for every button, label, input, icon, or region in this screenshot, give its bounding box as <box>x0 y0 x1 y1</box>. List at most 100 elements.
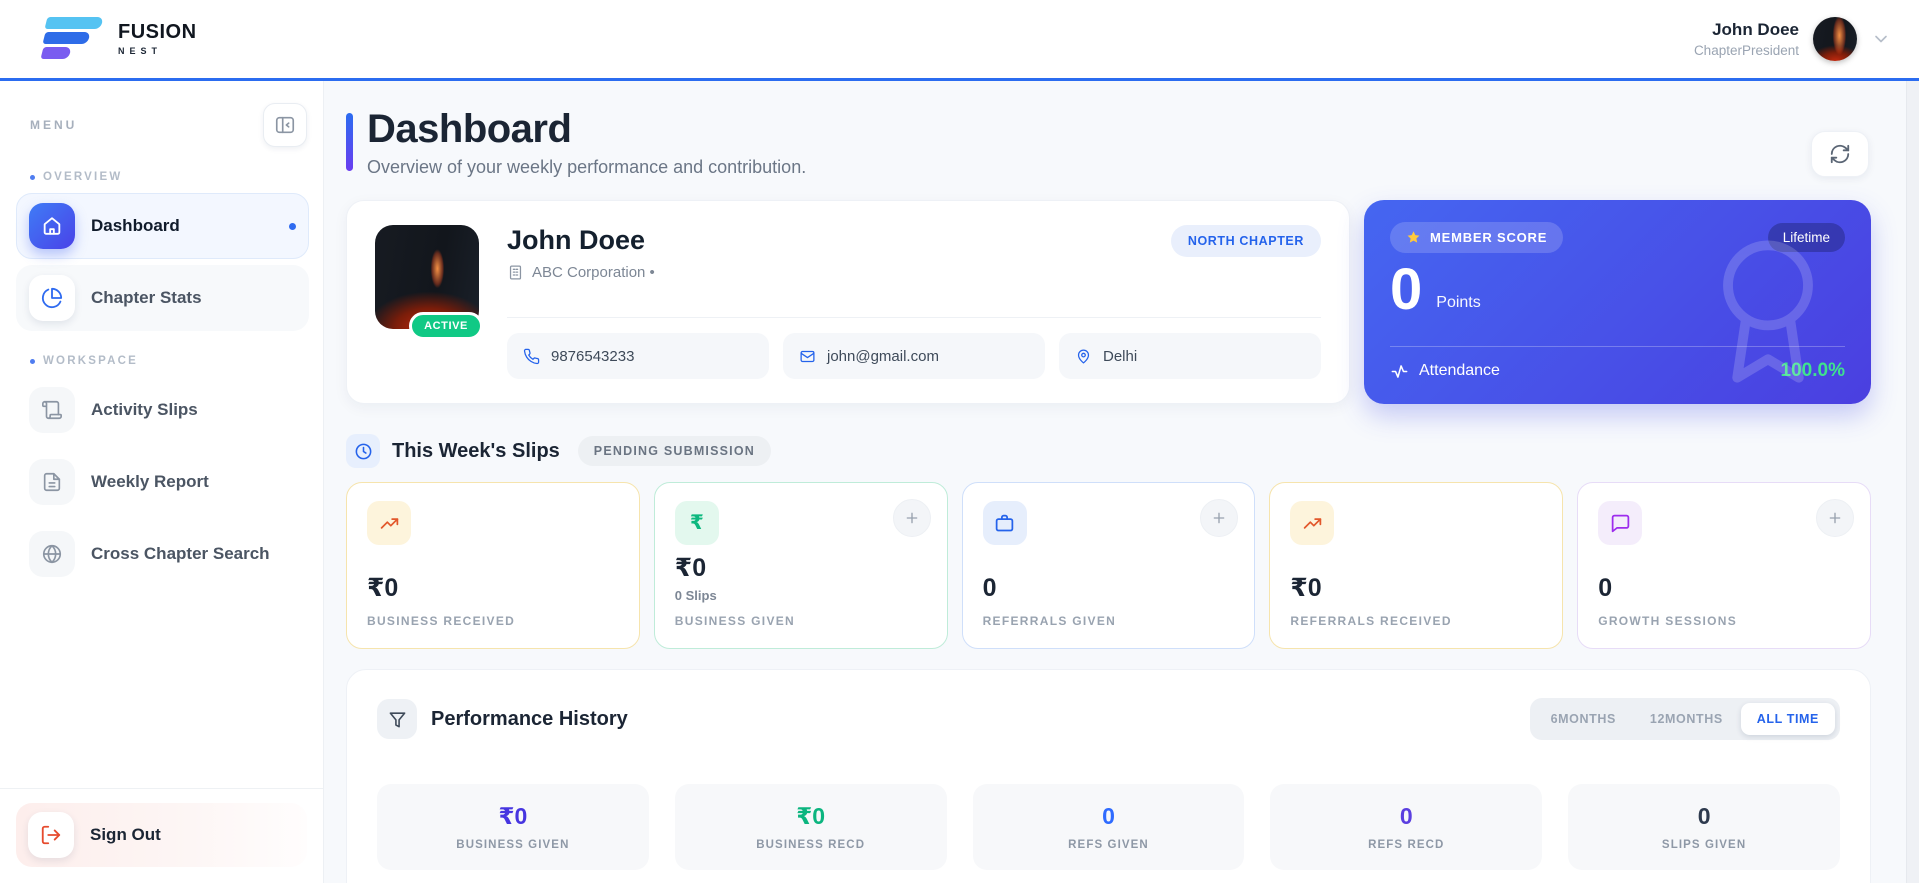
sidebar-item-chapter-stats[interactable]: Chapter Stats <box>16 265 309 331</box>
title-accent-bar <box>346 113 353 171</box>
slip-card-referrals-given: 0 REFERRALS GIVEN <box>961 482 1256 649</box>
stat-label: REFS GIVEN <box>1068 839 1149 851</box>
add-business-given-button[interactable] <box>892 499 931 537</box>
mail-icon <box>799 348 816 365</box>
trending-up-icon <box>367 501 411 545</box>
email-chip: john@gmail.com <box>783 333 1045 379</box>
stat-label: BUSINESS GIVEN <box>456 839 570 851</box>
sidebar-item-label: Chapter Stats <box>91 288 202 307</box>
clock-icon <box>346 434 380 468</box>
stat-label: SLIPS GIVEN <box>1661 839 1747 851</box>
app-window: FUSION NEST John Doee ChapterPresident M… <box>0 0 1919 886</box>
star-icon <box>1406 230 1421 245</box>
activity-pulse-icon <box>1390 362 1409 381</box>
plus-icon <box>904 510 920 526</box>
user-name: John Doee <box>1712 20 1799 39</box>
page-title: Dashboard <box>367 107 572 151</box>
map-pin-icon <box>1075 348 1092 365</box>
sign-out-label: Sign Out <box>90 825 161 844</box>
slip-card-business-given: ₹ ₹0 0 Slips BUSINESS GIVEN <box>653 482 948 649</box>
home-icon <box>29 203 75 249</box>
slip-label: REFERRALS GIVEN <box>982 614 1117 628</box>
status-badge: ACTIVE <box>409 312 483 340</box>
award-ribbon-icon <box>1693 230 1843 390</box>
pending-submission-badge: PENDING SUBMISSION <box>577 436 771 466</box>
brand-name: FUSION <box>118 21 197 43</box>
performance-title: Performance History <box>431 707 628 730</box>
phone-icon <box>523 348 540 365</box>
slip-value: 0 <box>982 574 997 602</box>
tab-all-time[interactable]: ALL TIME <box>1740 703 1835 735</box>
tab-6months[interactable]: 6MONTHS <box>1535 703 1632 735</box>
brand-subname: NEST <box>118 46 163 56</box>
sidebar-collapse-button[interactable] <box>263 103 307 147</box>
slip-card-referrals-received: ₹0 REFERRALS RECEIVED <box>1269 482 1564 649</box>
fusion-logo-icon <box>40 15 104 63</box>
slip-value: ₹0 <box>674 554 707 582</box>
slip-label: BUSINESS RECEIVED <box>367 614 516 628</box>
stat-business-recd: ₹0 BUSINESS RECD <box>674 784 947 870</box>
refresh-icon <box>1829 143 1851 165</box>
section-dot-icon <box>30 358 35 364</box>
sidebar-item-label: Cross Chapter Search <box>91 544 270 563</box>
panel-collapse-icon <box>274 114 296 136</box>
slip-card-growth-sessions: 0 GROWTH SESSIONS <box>1577 482 1871 649</box>
stat-label: REFS RECD <box>1368 839 1445 851</box>
member-score-card: MEMBER SCORE Lifetime 0 Points Attendanc… <box>1364 200 1871 404</box>
profile-city: Delhi <box>1103 347 1138 365</box>
user-menu[interactable]: John Doee ChapterPresident <box>1694 17 1891 61</box>
sidebar-item-dashboard[interactable]: Dashboard <box>16 193 309 259</box>
stat-value: 0 <box>1102 803 1115 829</box>
trending-up-icon <box>1290 501 1335 545</box>
slip-card-business-received: ₹0 BUSINESS RECEIVED <box>346 482 640 649</box>
tab-12months[interactable]: 12MONTHS <box>1634 703 1739 735</box>
sidebar-item-weekly-report[interactable]: Weekly Report <box>16 449 309 515</box>
pie-chart-icon <box>29 275 75 321</box>
add-referral-given-button[interactable] <box>1200 499 1239 537</box>
scrollbar[interactable] <box>1906 81 1919 883</box>
chevron-down-icon[interactable] <box>1871 29 1891 49</box>
stat-refs-given: 0 REFS GIVEN <box>972 784 1245 870</box>
stat-business-given: ₹0 BUSINESS GIVEN <box>377 784 649 870</box>
chapter-badge: NORTH CHAPTER <box>1170 225 1321 257</box>
profile-photo: ACTIVE <box>375 225 483 340</box>
sidebar-item-activity-slips[interactable]: Activity Slips <box>16 377 309 443</box>
building-icon <box>507 264 524 281</box>
section-overview: OVERVIEW <box>30 171 309 183</box>
sign-out-button[interactable]: Sign Out <box>16 803 307 867</box>
message-square-icon <box>1598 501 1643 545</box>
stat-label: BUSINESS RECD <box>756 839 866 851</box>
menu-label: MENU <box>30 118 78 132</box>
rupee-icon: ₹ <box>674 501 719 545</box>
log-out-icon <box>28 812 74 858</box>
plus-icon <box>1827 510 1843 526</box>
profile-card: ACTIVE John Doee ABC Corporation • NORTH… <box>346 200 1350 404</box>
file-text-icon <box>29 459 75 505</box>
section-workspace: WORKSPACE <box>30 355 309 367</box>
profile-company: ABC Corporation • <box>532 264 655 281</box>
member-score-badge: MEMBER SCORE <box>1390 222 1564 253</box>
points-value: 0 <box>1390 257 1423 322</box>
globe-icon <box>29 531 75 577</box>
sidebar-footer: Sign Out <box>0 788 323 883</box>
slip-label: GROWTH SESSIONS <box>1598 614 1738 628</box>
sidebar-item-label: Weekly Report <box>91 472 209 491</box>
stat-slips-given: 0 SLIPS GIVEN <box>1568 784 1840 870</box>
sidebar-item-cross-chapter-search[interactable]: Cross Chapter Search <box>16 521 309 587</box>
slip-value: 0 <box>1598 574 1613 602</box>
avatar[interactable] <box>1813 17 1857 61</box>
slip-label: REFERRALS RECEIVED <box>1290 614 1452 628</box>
top-bar: FUSION NEST John Doee ChapterPresident <box>0 0 1919 81</box>
profile-phone: 9876543233 <box>551 347 635 365</box>
add-growth-session-button[interactable] <box>1815 499 1854 537</box>
refresh-button[interactable] <box>1811 131 1869 177</box>
page-subtitle: Overview of your weekly performance and … <box>367 157 807 177</box>
active-dot-icon <box>289 222 296 230</box>
sidebar-item-label: Activity Slips <box>91 400 198 419</box>
slip-value: ₹0 <box>1290 574 1322 602</box>
phone-chip: 9876543233 <box>507 333 769 379</box>
sidebar-item-label: Dashboard <box>91 216 180 235</box>
stat-value: ₹0 <box>498 803 528 829</box>
time-range-tabs: 6MONTHS 12MONTHS ALL TIME <box>1529 698 1840 740</box>
profile-name: John Doee <box>507 225 646 255</box>
